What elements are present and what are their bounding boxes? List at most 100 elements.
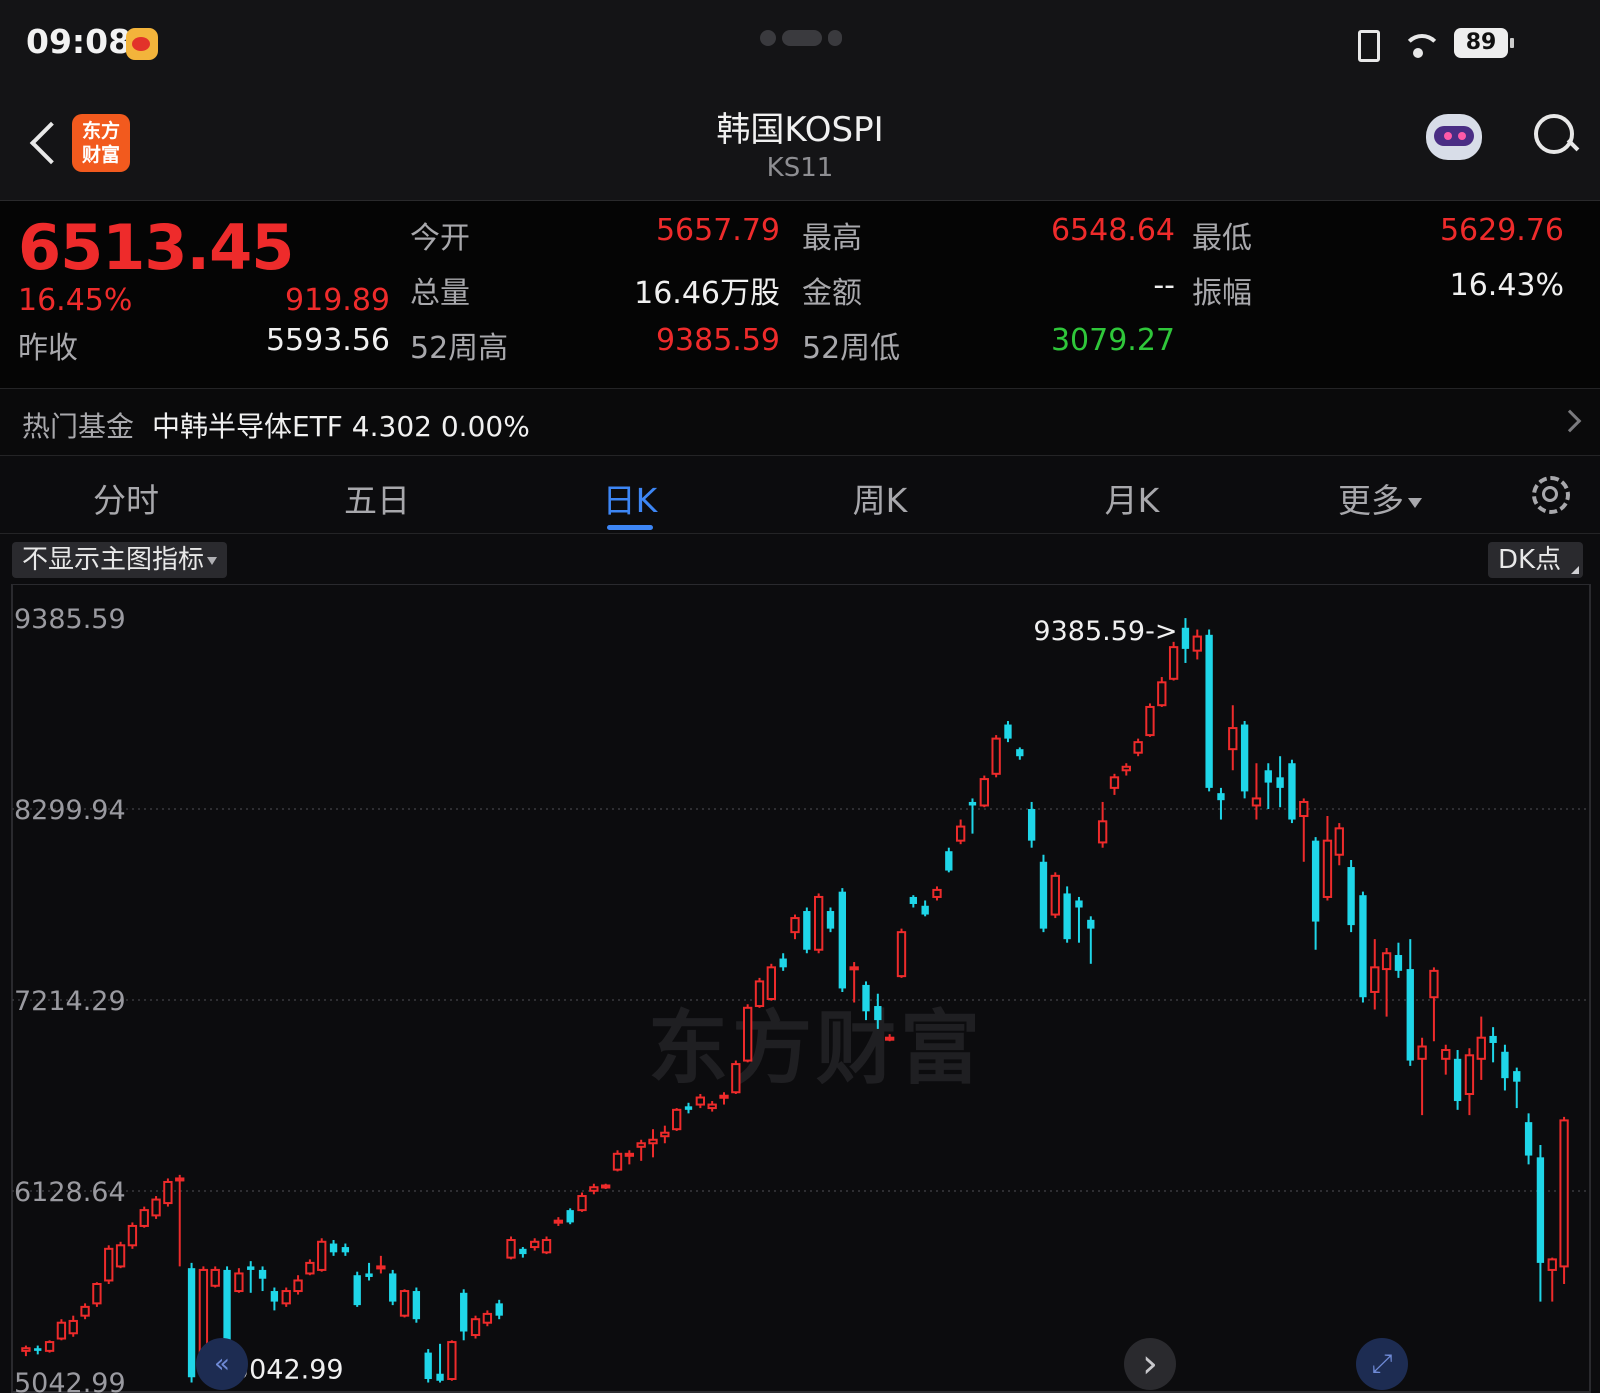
tab-daily-k[interactable]: 日K [550,474,710,522]
candle-body [436,1373,444,1381]
candle-body [1240,724,1249,792]
vibrate-icon [1350,28,1382,62]
candle-body [68,1319,78,1335]
candle-body [1489,1035,1497,1043]
page-title-block: 韩国KOSPI KS11 [600,102,1000,183]
candle-body [1381,952,1392,971]
candle-body [34,1348,42,1351]
candle-body [305,1261,315,1275]
rewind-button[interactable] [196,1338,248,1390]
candle-body [1501,1051,1509,1079]
52w-high-value: 9385.59 [655,323,780,358]
candle-body [1536,1157,1545,1263]
multitask-handle[interactable] [760,30,842,46]
y-tick-label: 8299.94 [14,795,126,826]
candle-body [1004,724,1012,739]
candle-body [1075,900,1083,908]
candle-body [754,980,765,1008]
candle-body [506,1239,516,1259]
eastmoney-logo[interactable]: 东方 财富 [72,114,130,172]
candle-body [921,905,929,915]
main-indicator-select[interactable]: 不显示主图指标 [12,542,228,578]
quote-panel: 6513.45 16.45% 919.89 昨收 5593.56 今开 5657… [0,201,1600,388]
status-icons: 89 [1350,26,1514,62]
prev-close-value: 5593.56 [265,323,390,358]
candle-body [376,1265,386,1270]
candle-body [1157,681,1167,707]
candle-body [826,911,835,929]
status-bar: 09:08 89 [0,0,1600,86]
max-price-marker: 9385.59-> [1033,616,1177,647]
dropdown-arrow-icon [207,556,218,565]
candle-body [660,1131,670,1138]
candle-body [612,1152,623,1171]
candle-body [874,1006,882,1021]
back-icon[interactable] [24,118,64,168]
fullscreen-button[interactable] [1356,1338,1408,1390]
weibo-app-icon [126,28,158,60]
candle-body [1370,966,1380,993]
dk-point-select[interactable]: DK点 [1488,542,1584,578]
tab-monthly-k[interactable]: 月K [1052,474,1212,522]
candle-body [115,1244,126,1268]
y-tick-label: 9385.59 [14,604,126,635]
amplitude-label: 振幅 [1192,276,1252,311]
active-tab-indicator [607,525,653,530]
candle-body [495,1303,503,1316]
candle-body [601,1184,611,1189]
candle-body [779,958,787,968]
tab-more[interactable]: 更多 [1300,474,1460,522]
hot-fund-bar[interactable]: 热门基金 中韩半导体ETF 4.302 0.00% [0,388,1600,456]
change-percent: 16.45% [18,283,133,318]
current-price: 6513.45 [18,211,294,284]
prev-close-label: 昨收 [18,331,78,366]
tab-five-day[interactable]: 五日 [297,474,457,522]
candle-body [743,1006,753,1062]
next-button[interactable] [1124,1338,1176,1390]
candle-body [1464,1054,1475,1095]
candle-body [1453,1058,1462,1102]
amount-label: 金额 [802,276,862,311]
candle-body [884,1036,895,1041]
candle-body [1168,646,1179,680]
robot-assistant-icon[interactable] [1420,104,1488,172]
candle-body [648,1138,658,1145]
gear-icon[interactable] [1530,474,1570,514]
security-code: KS11 [766,153,834,183]
battery-icon: 89 [1454,28,1514,58]
candle-body [1311,840,1320,922]
tab-intraday[interactable]: 分时 [46,474,206,522]
candle-body [44,1341,55,1352]
candle-body [104,1247,114,1282]
search-icon[interactable] [1530,110,1580,160]
candle-body [1097,820,1108,844]
candle-body [293,1279,303,1293]
candle-body [707,1103,717,1110]
candle-body [317,1240,327,1271]
candle-body [1039,861,1048,929]
candle-body [127,1224,138,1247]
candle-body [1559,1119,1569,1268]
candle-body [991,737,1001,775]
kline-chart-area[interactable]: 不显示主图指标 DK点 东方财富 9385.59 8299.94 7214.29 61… [0,534,1600,1393]
candle-body [1087,919,1095,929]
candle-body [1063,893,1071,940]
candle-body [80,1305,90,1317]
corner-arrow-icon [1571,566,1580,574]
candle-body [247,1266,255,1270]
candle-body [1513,1071,1521,1082]
52w-low-value: 3079.27 [1050,323,1175,358]
candle-body [1181,627,1190,649]
candle-body [281,1290,291,1305]
candle-body [1394,955,1403,971]
candlestick-chart[interactable]: 9385.59 8299.94 7214.29 6128.64 5042.99 9385.… [0,584,1600,1393]
candle-body [1192,635,1202,652]
candle-body [695,1096,706,1106]
candle-body [1121,765,1131,772]
candle-body [460,1292,468,1332]
candle-body [470,1318,481,1337]
hot-fund-text: 中韩半导体ETF 4.302 0.00% [152,410,530,443]
candle-body [955,825,966,842]
candle-body [210,1268,220,1287]
tab-weekly-k[interactable]: 周K [800,474,960,522]
